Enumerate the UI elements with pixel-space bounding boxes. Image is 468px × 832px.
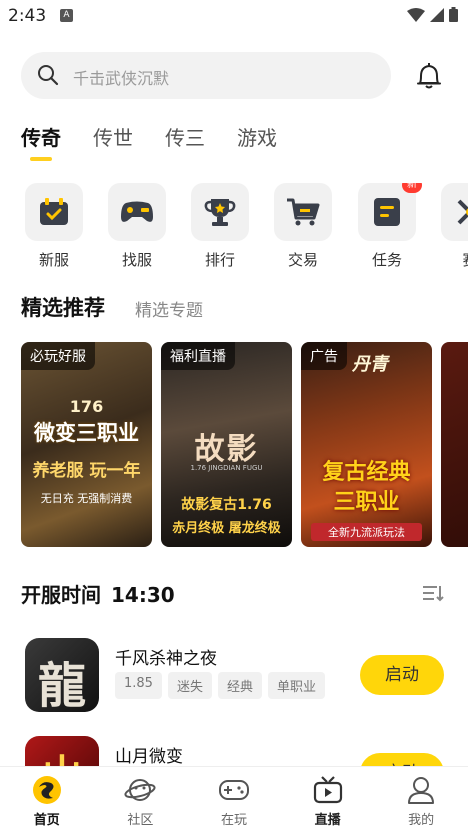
tab-chuansan[interactable]: 传三	[165, 124, 205, 152]
card-line: 故影	[194, 432, 259, 467]
status-time: 2:43	[8, 6, 47, 26]
card-line: 微变三职业	[34, 421, 139, 445]
nav-community[interactable]: 社区	[94, 767, 188, 832]
game-name: 千风杀神之夜	[115, 649, 217, 669]
bell-icon[interactable]	[416, 62, 442, 90]
nav-label: 社区	[127, 813, 154, 828]
card-line: 复古经典	[322, 460, 411, 485]
category-renwu[interactable]: 新 任务	[358, 183, 422, 270]
open-time-value: 14:30	[111, 583, 175, 607]
category-xinfu[interactable]: 新服	[25, 183, 83, 270]
card-line: 1.76 JINGDIAN FUGU	[190, 464, 263, 472]
nav-profile[interactable]: 我的	[374, 767, 468, 832]
nav-label: 在玩	[220, 813, 247, 828]
category-paihang[interactable]: 排行	[191, 183, 249, 270]
quick-categories: 新服 找服 排行 交易 新 任务 赛	[25, 183, 468, 273]
featured-title: 精选推荐	[21, 296, 105, 320]
card-line: 赤月终极 屠龙终极	[172, 521, 281, 536]
open-time-label: 开服时间	[21, 583, 101, 607]
community-icon	[124, 779, 156, 801]
nav-home[interactable]: 首页	[0, 767, 94, 832]
category-label: 交易	[287, 251, 318, 269]
home-icon	[32, 776, 61, 804]
signal-icon	[430, 7, 444, 22]
game-tags: 1.85 迷失 经典 单职业	[115, 672, 325, 699]
featured-topics-link[interactable]: 精选专题	[135, 296, 203, 321]
sort-list-icon[interactable]	[422, 584, 444, 602]
game-tag: 经典	[217, 672, 262, 699]
category-tabs: 传奇 传世 传三 游戏	[21, 124, 309, 161]
featured-carousel: 必玩好服 176 微变三职业 养老服 玩一年 无日充 无强制消费 福利直播 故影…	[21, 342, 468, 547]
tab-chuanshi[interactable]: 传世	[93, 124, 133, 152]
game-tag: 1.85	[115, 672, 162, 699]
new-badge: 新	[402, 183, 422, 193]
featured-card[interactable]: 福利直播 故影 1.76 JINGDIAN FUGU 故影复古1.76 赤月终极…	[161, 342, 292, 547]
category-sai[interactable]: 赛	[441, 183, 468, 270]
system-icons	[407, 7, 458, 22]
profile-icon	[408, 777, 435, 804]
nav-playing[interactable]: 在玩	[187, 767, 281, 832]
card-line: 无日充 无强制消费	[40, 492, 133, 505]
open-time-header: 开服时间 14:30	[21, 579, 175, 608]
game-icon-glyph: 龍	[37, 658, 86, 712]
tab-youxi[interactable]: 游戏	[237, 124, 277, 152]
search-bar[interactable]: 千击武侠沉默	[21, 52, 391, 99]
card-line: 176	[69, 397, 104, 416]
category-label: 排行	[204, 251, 235, 269]
game-tag: 单职业	[267, 672, 325, 699]
category-label: 新服	[38, 251, 69, 269]
notification-icon: A	[60, 9, 73, 22]
featured-card[interactable]: 必玩好服 176 微变三职业 养老服 玩一年 无日充 无强制消费	[21, 342, 152, 547]
task-icon	[374, 198, 400, 226]
featured-card-partial[interactable]	[441, 342, 468, 547]
card-tag: 必玩好服	[21, 342, 95, 370]
category-label: 找服	[121, 251, 152, 269]
category-label: 任务	[371, 251, 402, 269]
calendar-icon	[40, 198, 68, 225]
category-jiaoyi[interactable]: 交易	[274, 183, 332, 270]
wifi-icon	[407, 7, 425, 22]
game-name: 山月微变	[115, 747, 183, 767]
card-line: 全新九流派玩法	[311, 523, 422, 541]
game-icon: 龍	[25, 638, 99, 712]
nav-live[interactable]: 直播	[281, 767, 375, 832]
search-icon	[38, 65, 59, 86]
cart-icon	[287, 198, 320, 226]
gamepad-icon	[218, 780, 249, 800]
match-icon	[457, 199, 468, 225]
card-line: 三职业	[333, 490, 400, 515]
game-row[interactable]: 龍 千风杀神之夜 1.85 迷失 经典 单职业 启动	[25, 638, 445, 714]
card-tag: 福利直播	[161, 342, 235, 370]
gamepad-icon	[121, 201, 153, 222]
game-tag: 迷失	[167, 672, 212, 699]
card-line: 养老服 玩一年	[32, 461, 141, 481]
status-bar: 2:43 A	[0, 0, 468, 32]
tv-icon	[313, 776, 342, 804]
battery-icon	[449, 7, 458, 22]
category-zhaofu[interactable]: 找服	[108, 183, 166, 270]
search-placeholder: 千击武侠沉默	[73, 69, 170, 88]
bottom-nav: 首页 社区 在玩 直播 我的	[0, 766, 468, 832]
nav-label: 直播	[314, 813, 341, 828]
trophy-icon	[204, 199, 236, 226]
nav-label: 我的	[408, 813, 435, 828]
card-line: 故影复古1.76	[181, 497, 272, 513]
category-label: 赛	[441, 249, 468, 270]
launch-button[interactable]: 启动	[360, 655, 444, 695]
featured-card[interactable]: 广告 丹青 复古经典 三职业 全新九流派玩法	[301, 342, 432, 547]
tab-chuanqi[interactable]: 传奇	[21, 124, 61, 161]
card-line: 丹青	[352, 354, 388, 375]
nav-label: 首页	[33, 813, 60, 828]
